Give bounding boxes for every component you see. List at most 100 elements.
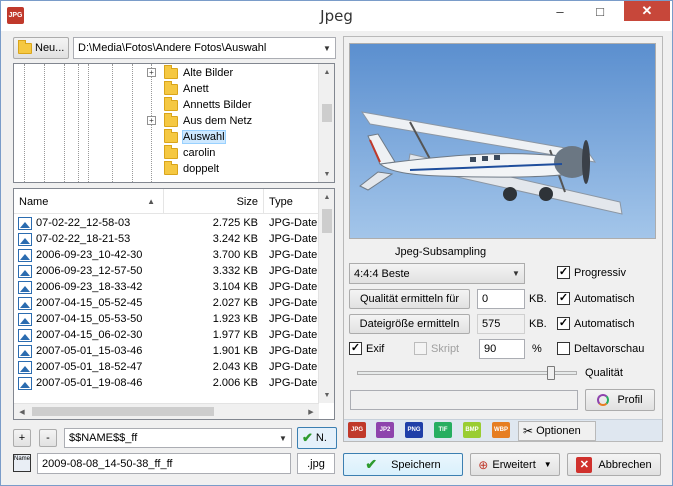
file-type: JPG-Datei [269, 297, 319, 309]
tab-jp2[interactable]: JP2 [376, 422, 394, 438]
script-checkbox[interactable]: Skript [414, 342, 459, 355]
column-name[interactable]: Name ▲ [14, 189, 164, 214]
name-pattern-combobox[interactable]: $$NAME$$_ff ▼ [64, 428, 292, 448]
folder-icon [164, 96, 178, 111]
image-file-icon [18, 216, 32, 230]
table-row[interactable]: 2006-09-23_12-57-50 3.332 KB JPG-Datei [14, 263, 319, 279]
quality-size-input[interactable]: 0 [477, 289, 525, 309]
file-list-header: Name ▲ Size Type [14, 189, 319, 214]
tree-item-label: Alte Bilder [183, 67, 234, 79]
file-name: 07-02-22_18-21-53 [36, 233, 131, 245]
tab-tif[interactable]: TIF [434, 422, 452, 438]
image-file-icon [18, 280, 32, 294]
image-file-icon [18, 376, 32, 390]
file-name-cell: 07-02-22_12-58-03 [18, 215, 168, 231]
tree-item[interactable]: Anett [164, 80, 209, 97]
file-name-cell: 2007-04-15_05-52-45 [18, 295, 168, 311]
table-row[interactable]: 07-02-22_12-58-03 2.725 KB JPG-Datei [14, 215, 319, 231]
tree-item-selected[interactable]: Auswahl [164, 128, 226, 145]
expand-icon[interactable]: + [147, 116, 156, 125]
table-row[interactable]: 2007-04-15_05-52-45 2.027 KB JPG-Datei [14, 295, 319, 311]
new-folder-button[interactable]: Neu... [13, 37, 69, 59]
file-name: 2007-04-15_06-02-30 [36, 329, 143, 341]
slider-thumb[interactable] [547, 366, 555, 380]
main-window: JPG Jpeg – □ ✕ Neu... D:\Media\Fotos\And… [0, 0, 673, 486]
exif-checkbox[interactable]: ✓ Exif [349, 342, 384, 355]
minimize-button[interactable]: – [546, 1, 574, 21]
checkbox-checked-icon: ✓ [557, 317, 570, 330]
file-type: JPG-Datei [269, 345, 319, 357]
filename-value: 2009-08-08_14-50-38_ff_ff [42, 457, 173, 470]
tab-options[interactable]: ✂ Optionen [518, 421, 596, 441]
scroll-thumb[interactable] [322, 209, 332, 233]
file-size: 1.923 KB [212, 313, 258, 325]
scroll-left-icon[interactable]: ◀ [14, 404, 30, 419]
tree-scrollbar[interactable]: ▲ ▼ [318, 64, 334, 182]
auto-size-checkbox[interactable]: ✓ Automatisch [557, 317, 635, 330]
new-folder-icon [18, 39, 32, 54]
file-list-scrollbar[interactable]: ▲ ▼ [318, 189, 334, 403]
delta-preview-label: Deltavorschau [574, 342, 645, 355]
new-folder-label: Neu... [35, 42, 65, 54]
determine-size-button[interactable]: Dateigröße ermitteln [349, 314, 470, 334]
tree-item[interactable]: Aus dem Netz [164, 112, 252, 129]
table-row[interactable]: 2007-04-15_06-02-30 1.977 KB JPG-Datei [14, 327, 319, 343]
scroll-down-icon[interactable]: ▼ [319, 387, 334, 403]
script-label: Skript [431, 342, 460, 355]
scroll-thumb[interactable] [322, 104, 332, 122]
chevron-down-icon: ▼ [512, 269, 520, 278]
column-type[interactable]: Type [264, 189, 319, 214]
hscroll-thumb[interactable] [32, 407, 214, 416]
tab-wbp[interactable]: WBP [492, 422, 510, 438]
subsampling-combobox[interactable]: 4:4:4 Beste ▼ [349, 263, 525, 284]
table-row[interactable]: 2006-09-23_18-33-42 3.104 KB JPG-Datei [14, 279, 319, 295]
scroll-up-icon[interactable]: ▲ [319, 189, 334, 205]
file-list-hscrollbar[interactable]: ◀ ▶ [14, 403, 319, 419]
tree-item[interactable]: carolin [164, 144, 215, 161]
table-row[interactable]: 2007-04-15_05-53-50 1.923 KB JPG-Datei [14, 311, 319, 327]
tab-jpg[interactable]: JPG [348, 422, 366, 438]
file-list[interactable]: Name ▲ Size Type 07-02-22_12-58-03 2.725 … [13, 188, 335, 420]
table-row[interactable]: 2007-05-01_19-08-46 2.006 KB JPG-Datei [14, 375, 319, 391]
scroll-down-icon[interactable]: ▼ [319, 166, 334, 182]
cancel-button[interactable]: ✕ Abbrechen [567, 453, 661, 476]
apply-pattern-button[interactable]: ✔ N. [297, 427, 337, 449]
scroll-right-icon[interactable]: ▶ [303, 404, 319, 419]
auto-quality-checkbox[interactable]: ✓ Automatisch [557, 292, 635, 305]
column-size[interactable]: Size [164, 189, 264, 214]
tools-icon: ✂ [523, 424, 534, 438]
file-name: 2007-05-01_15-03-46 [36, 345, 143, 357]
file-type: JPG-Datei [269, 281, 319, 293]
file-size: 3.332 KB [212, 265, 258, 277]
advanced-button[interactable]: ⊕ Erweitert ▼ [470, 453, 560, 476]
maximize-button[interactable]: □ [586, 1, 614, 21]
tab-bmp[interactable]: BMP [463, 422, 481, 438]
extension-field[interactable]: .jpg [297, 453, 335, 474]
path-combobox[interactable]: D:\Media\Fotos\Andere Fotos\Auswahl ▼ [73, 37, 336, 59]
table-row[interactable]: 2006-09-23_10-42-30 3.700 KB JPG-Datei [14, 247, 319, 263]
tab-png[interactable]: PNG [405, 422, 423, 438]
save-button[interactable]: ✔ Speichern [343, 453, 463, 476]
filename-field[interactable]: 2009-08-08_14-50-38_ff_ff [37, 453, 291, 474]
profile-button[interactable]: Profil [585, 389, 655, 411]
file-type: JPG-Datei [269, 249, 319, 261]
table-row[interactable]: 2007-05-01_15-03-46 1.901 KB JPG-Datei [14, 343, 319, 359]
delta-preview-checkbox[interactable]: Deltavorschau [557, 342, 644, 355]
progressive-checkbox[interactable]: ✓ Progressiv [557, 266, 626, 279]
expand-icon[interactable]: + [147, 68, 156, 77]
add-pattern-button[interactable]: + [13, 429, 31, 447]
quality-percent-input[interactable]: 90 [479, 339, 525, 359]
tree-item[interactable]: doppelt [164, 160, 219, 177]
tree-item[interactable]: Alte Bilder [164, 64, 234, 81]
determine-quality-button[interactable]: Qualität ermitteln für [349, 289, 470, 309]
file-size: 3.104 KB [212, 281, 258, 293]
close-button[interactable]: ✕ [624, 1, 670, 21]
tree-item[interactable]: Annetts Bilder [164, 96, 251, 113]
scroll-up-icon[interactable]: ▲ [319, 64, 334, 80]
remove-pattern-button[interactable]: - [39, 429, 57, 447]
table-row[interactable]: 07-02-22_18-21-53 3.242 KB JPG-Datei [14, 231, 319, 247]
table-row[interactable]: 2007-05-01_18-52-47 2.043 KB JPG-Datei [14, 359, 319, 375]
quality-slider[interactable] [357, 366, 577, 380]
image-preview [349, 43, 656, 239]
folder-tree[interactable]: + Alte Bilder Anett Annetts Bilder + Aus… [13, 63, 335, 183]
